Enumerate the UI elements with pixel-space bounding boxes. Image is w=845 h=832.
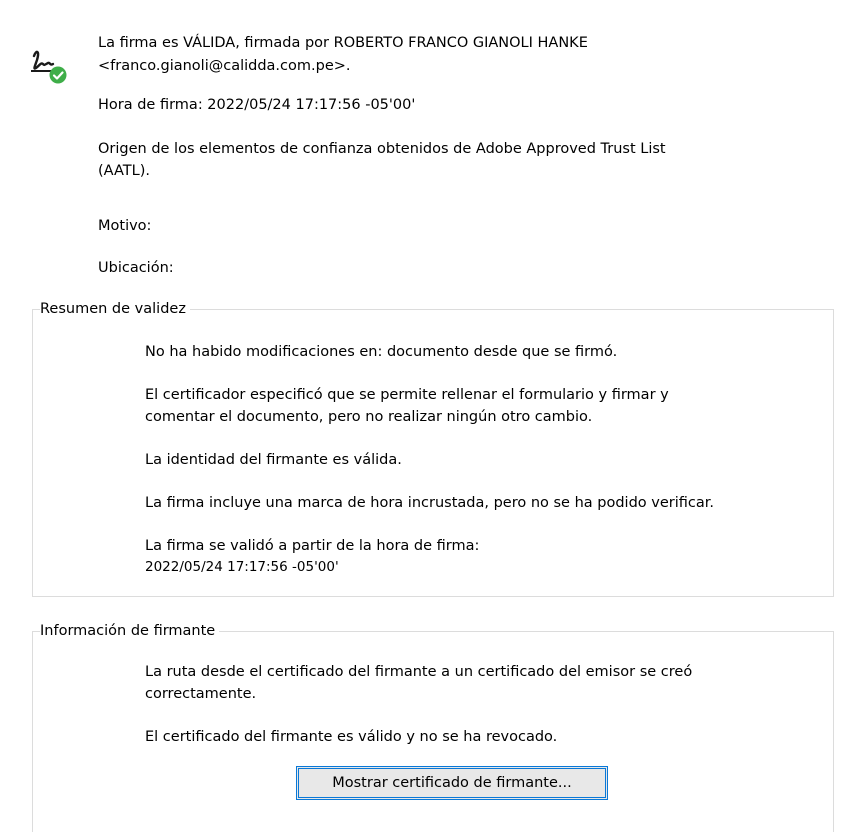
certifier-text: El certificador especificó que se permit… (145, 387, 669, 403)
signing-time-text: Hora de firma: 2022/05/24 17:17:56 -05'0… (98, 97, 416, 113)
reason-label: Motivo: (98, 218, 152, 234)
timestamp-text: La firma incluye una marca de hora incru… (145, 495, 714, 511)
no-modifications-text: No ha habido modificaciones en: document… (145, 344, 618, 360)
location-label: Ubicación: (98, 260, 174, 276)
cert-valid-text: El certificado del firmante es válido y … (145, 729, 558, 745)
cert-path-text: La ruta desde el certificado del firmant… (145, 664, 693, 680)
signer-email-text: <franco.gianoli@calidda.com.pe>. (98, 58, 351, 74)
show-signer-certificate-button[interactable]: Mostrar certificado de firmante... (296, 766, 608, 800)
validated-at-text: La firma se validó a partir de la hora d… (145, 538, 480, 554)
identity-valid-text: La identidad del firmante es válida. (145, 452, 402, 468)
signature-valid-icon (28, 46, 68, 88)
cert-path-text-cont: correctamente. (145, 686, 257, 702)
validity-summary-legend: Resumen de validez (40, 299, 190, 319)
certifier-text-cont: comentar el documento, pero no realizar … (145, 409, 593, 425)
validated-at-time: 2022/05/24 17:17:56 -05'00' (145, 559, 339, 575)
signature-status-text: La firma es VÁLIDA, firmada por ROBERTO … (98, 35, 588, 51)
signer-info-legend: Información de firmante (40, 621, 220, 641)
trust-origin-text: Origen de los elementos de confianza obt… (98, 141, 666, 157)
trust-origin-text-cont: (AATL). (98, 163, 150, 179)
